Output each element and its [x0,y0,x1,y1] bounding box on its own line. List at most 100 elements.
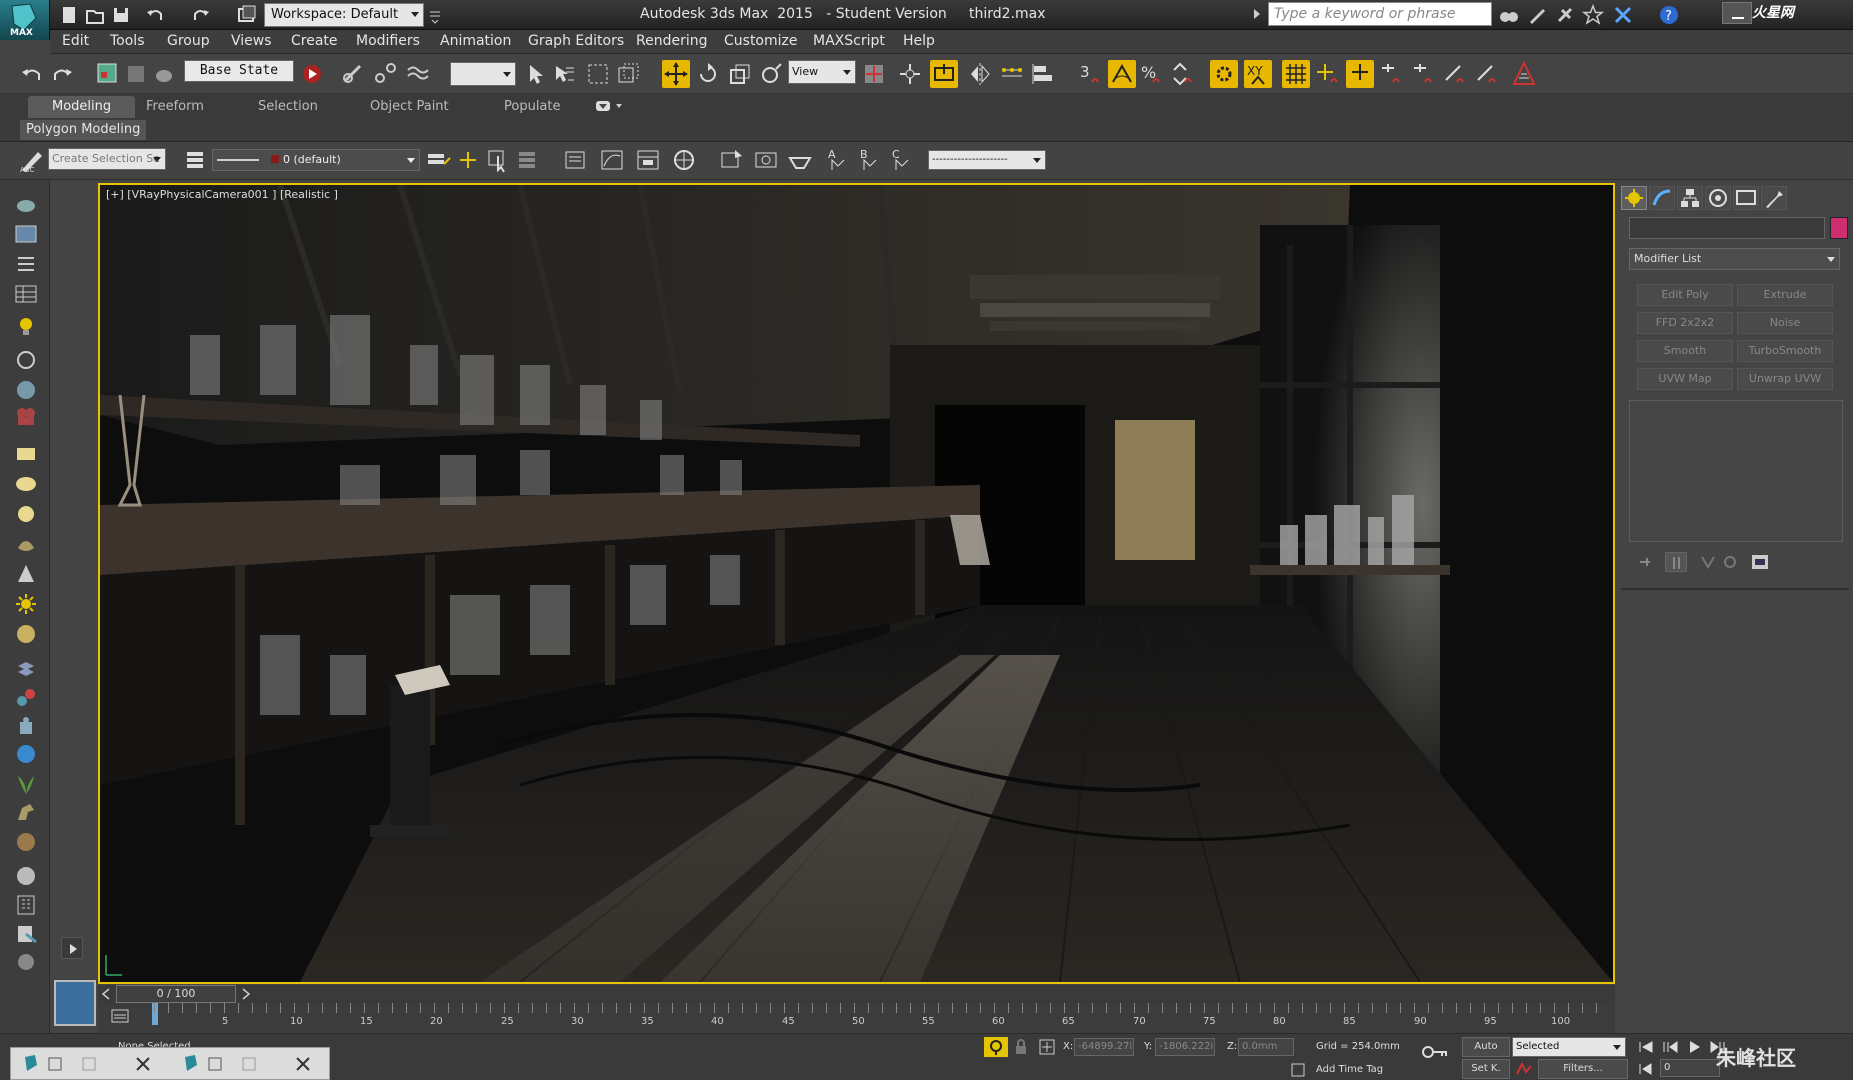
play-icon[interactable] [61,937,83,959]
menu-graph-editors[interactable]: Graph Editors [528,33,624,49]
absolute-mode-icon[interactable] [1038,1038,1056,1056]
named-selection-dropdown[interactable]: Create Selection Se [48,148,166,170]
select-object-icon[interactable] [522,60,550,88]
link-icon[interactable] [340,60,368,88]
layer-manager-icon[interactable] [182,146,210,174]
sphere-gizmo-icon[interactable] [14,378,38,402]
play-animation-icon[interactable] [1684,1038,1704,1056]
x-coordinate-field[interactable]: -64899.27i [1074,1038,1134,1056]
line-style-dropdown[interactable]: --------------------- [928,150,1046,170]
search-expand-icon[interactable] [1252,6,1262,22]
menu-tools[interactable]: Tools [110,33,145,49]
object-color-swatch[interactable] [1830,217,1848,239]
select-manipulate-icon[interactable] [896,60,924,88]
show-end-result-icon[interactable] [1665,552,1687,572]
snap-edge-icon[interactable] [1378,60,1406,88]
modifier-ffd-button[interactable]: FFD 2x2x2 [1637,312,1733,334]
menu-edit[interactable]: Edit [62,33,89,49]
satellite-icon[interactable] [1554,4,1576,26]
scale-icon[interactable] [726,60,754,88]
modify-tab-icon[interactable] [1649,186,1675,210]
bind-space-warp-icon[interactable] [404,60,432,88]
redo-icon[interactable] [190,4,212,26]
menu-group[interactable]: Group [167,33,210,49]
modifier-noise-button[interactable]: Noise [1737,312,1833,334]
grid-icon[interactable] [1282,60,1310,88]
snap-face-icon[interactable] [1410,60,1438,88]
schematic-view-icon[interactable] [562,146,590,174]
create-layer-icon[interactable] [424,146,452,174]
grid-object-icon[interactable] [14,658,38,682]
auto-key-button[interactable]: Auto [1462,1037,1510,1057]
globe-icon[interactable] [14,742,38,766]
modifier-unwrap-uvw-button[interactable]: Unwrap UVW [1737,368,1833,390]
edit-named-selection-icon[interactable]: ABC [18,146,46,174]
place-icon[interactable] [758,60,786,88]
menu-maxscript[interactable]: MAXScript [813,33,885,49]
table-icon[interactable] [14,282,38,306]
move-icon[interactable] [662,60,690,88]
track-bar[interactable]: 5 10 15 20 25 30 35 40 45 50 55 60 65 70… [98,1003,1615,1033]
scatter-icon[interactable] [14,348,38,372]
camera-icon[interactable] [14,404,38,428]
circle-icon[interactable] [14,502,38,526]
undo-icon[interactable] [18,60,46,88]
teapot-icon[interactable] [150,60,178,88]
minimized-window-1[interactable] [15,1051,163,1077]
selection-filter-dropdown[interactable] [450,62,516,86]
star-icon[interactable] [1582,4,1604,26]
menu-create[interactable]: Create [291,33,338,49]
cone-icon[interactable] [14,562,38,586]
binoculars-icon[interactable] [1498,4,1520,26]
modifier-edit-poly-button[interactable]: Edit Poly [1637,284,1733,306]
pivot-center-icon[interactable] [860,60,888,88]
select-by-name-icon[interactable] [550,60,578,88]
angle-snap-icon[interactable] [1108,60,1136,88]
workspace-dropdown[interactable]: Workspace: Default [264,3,424,27]
modifier-stack-list[interactable] [1629,400,1843,542]
time-slider-thumb[interactable]: 0 / 100 [116,985,236,1003]
set-key-button[interactable]: Set K. [1462,1059,1510,1079]
add-to-layer-icon[interactable] [454,146,482,174]
horse-icon[interactable] [14,800,38,824]
viewport-label[interactable]: [+] [VRayPhysicalCamera001 ] [Realistic … [106,188,338,201]
rotate-icon[interactable] [694,60,722,88]
image-icon[interactable] [14,222,38,246]
spinner-snap-icon[interactable] [1168,60,1196,88]
base-state-field[interactable]: Base State [184,60,294,82]
snap-perpendicular-icon[interactable] [1474,60,1502,88]
disc-icon[interactable] [14,472,38,496]
modifier-smooth-button[interactable]: Smooth [1637,340,1733,362]
open-file-icon[interactable] [84,4,106,26]
export-icon[interactable] [14,922,38,946]
render-setup-icon[interactable] [718,146,746,174]
reference-coordinate-dropdown[interactable]: View [788,60,856,84]
help-icon[interactable]: ? [1658,4,1680,26]
object-name-field[interactable] [1629,217,1825,239]
render-production-icon[interactable] [786,146,814,174]
rendered-frame-window-icon[interactable] [752,146,780,174]
menu-help[interactable]: Help [903,33,935,49]
search-input[interactable]: Type a keyword or phrase [1268,2,1492,26]
exchange-icon[interactable] [1612,4,1634,26]
snap-midpoint-icon[interactable] [1442,60,1470,88]
container-c-icon[interactable]: C [890,146,918,174]
go-to-start-icon[interactable] [1636,1038,1656,1056]
earth-texture-icon[interactable] [14,830,38,854]
previous-key-icon[interactable] [1660,1038,1680,1056]
window-crossing-icon[interactable] [614,60,642,88]
viewport-thumbnail[interactable] [54,980,96,1026]
mini-curve-editor-icon[interactable] [110,1008,130,1024]
snap-3d-icon[interactable]: 3 [1078,60,1106,88]
scene-states-icon[interactable] [94,60,122,88]
next-frame-icon[interactable] [240,988,252,1000]
ribbon-options-icon[interactable] [594,99,624,113]
viewport-camera[interactable]: [+] [VRayPhysicalCamera001 ] [Realistic … [98,183,1615,984]
new-file-icon[interactable] [58,4,80,26]
current-frame-field[interactable]: 0 [1660,1059,1720,1077]
material-editor-icon[interactable] [670,146,698,174]
building-icon[interactable] [14,892,38,916]
mirror-icon[interactable] [966,60,994,88]
snap-settings-icon[interactable] [1210,60,1238,88]
keyboard-shortcut-override-icon[interactable] [930,60,958,88]
